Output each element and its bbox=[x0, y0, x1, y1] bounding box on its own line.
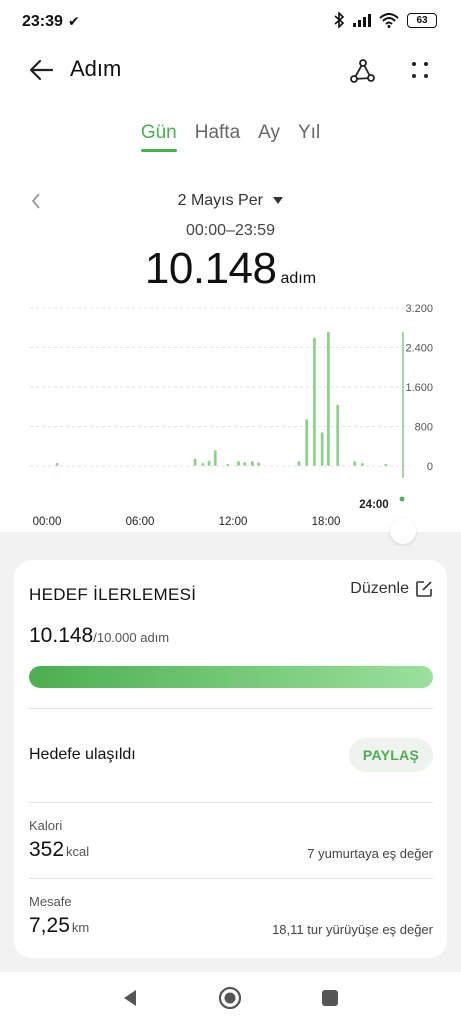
tab-month[interactable]: Ay bbox=[258, 122, 280, 152]
chart-bar bbox=[313, 337, 316, 466]
edit-label: Düzenle bbox=[350, 580, 409, 597]
goal-title: HEDEF İLERLEMESİ bbox=[29, 585, 197, 604]
chart-bar bbox=[201, 463, 205, 466]
distance-value: 7,25 km bbox=[29, 914, 89, 938]
y-tick-label: 3.200 bbox=[405, 303, 433, 315]
tab-year[interactable]: Yıl bbox=[298, 122, 320, 152]
x-tick-label: 12:00 bbox=[219, 516, 248, 528]
date-label: 2 Mayıs Per bbox=[177, 192, 263, 209]
calories-unit: kcal bbox=[66, 844, 90, 859]
battery-icon: 63 bbox=[407, 12, 437, 28]
time-range: 00:00–23:59 bbox=[186, 222, 275, 239]
edit-icon bbox=[416, 581, 432, 597]
edit-goal-button[interactable]: Düzenle bbox=[350, 580, 433, 598]
chart-bar bbox=[327, 331, 330, 466]
goal-current: 10.148 bbox=[29, 624, 94, 647]
chart-bar bbox=[226, 464, 230, 466]
goal-card: HEDEF İLERLEMESİ Düzenle 10.148/10.000 a… bbox=[14, 560, 447, 958]
divider bbox=[29, 708, 433, 709]
calories-label: Kalori bbox=[29, 818, 63, 833]
chart-bar bbox=[297, 461, 301, 466]
nav-back-icon[interactable] bbox=[116, 984, 144, 1012]
chart-bar bbox=[207, 460, 211, 466]
bluetooth-icon bbox=[334, 12, 345, 28]
chart-bar bbox=[237, 461, 240, 466]
chart-bar bbox=[193, 458, 197, 466]
date-selector: 2 Mayıs Per bbox=[0, 190, 461, 214]
status-bar: 23:39 ✔ 63 bbox=[0, 0, 461, 44]
status-icons: 63 bbox=[333, 12, 437, 28]
period-tabs: Gün Hafta Ay Yıl bbox=[0, 122, 461, 152]
nav-recents-icon[interactable] bbox=[316, 984, 344, 1012]
x-tick-label: 00:00 bbox=[33, 516, 62, 528]
distance-label: Mesafe bbox=[29, 894, 72, 909]
status-time: 23:39 bbox=[22, 13, 63, 30]
caret-down-icon bbox=[273, 196, 284, 204]
tab-day[interactable]: Gün bbox=[140, 122, 177, 152]
chart-bar bbox=[305, 419, 309, 466]
current-time-dot bbox=[399, 496, 405, 502]
step-count: 10.148 bbox=[144, 244, 277, 293]
x-tick-label: 18:00 bbox=[312, 516, 341, 528]
wifi-icon bbox=[379, 13, 399, 28]
x-tick-label: 24:00 bbox=[359, 499, 388, 511]
step-unit: adım bbox=[280, 270, 317, 287]
distance-number: 7,25 bbox=[29, 914, 70, 937]
chart-bar bbox=[320, 432, 324, 466]
notification-icon: ✔ bbox=[68, 13, 80, 29]
chart-bar bbox=[251, 461, 254, 466]
chart-bar bbox=[353, 461, 357, 466]
back-arrow-icon[interactable] bbox=[26, 54, 58, 86]
y-tick-label: 2.400 bbox=[405, 343, 433, 355]
chart-bar bbox=[213, 450, 217, 466]
date-picker[interactable]: 2 Mayıs Per bbox=[0, 192, 461, 210]
chart-bar bbox=[55, 463, 59, 466]
divider bbox=[29, 802, 433, 803]
distance-unit: km bbox=[71, 920, 90, 935]
x-tick-label: 06:00 bbox=[126, 516, 155, 528]
app-header: Adım bbox=[0, 50, 461, 90]
chart-bar bbox=[384, 464, 388, 466]
more-options-icon[interactable] bbox=[409, 58, 431, 82]
divider bbox=[29, 878, 433, 879]
goal-progress-fill bbox=[29, 666, 433, 688]
tab-week[interactable]: Hafta bbox=[195, 122, 240, 152]
goal-progress-bar bbox=[29, 666, 433, 688]
y-tick-label: 1.600 bbox=[405, 382, 433, 394]
goal-total: /10.000 adım bbox=[93, 630, 170, 645]
calories-value: 352 kcal bbox=[29, 838, 89, 862]
share-button[interactable]: PAYLAŞ bbox=[349, 738, 433, 772]
signal-icon bbox=[353, 13, 371, 27]
chart-bar bbox=[257, 462, 261, 466]
chart-scrub-handle[interactable] bbox=[390, 518, 416, 544]
nav-home-icon[interactable] bbox=[216, 984, 244, 1012]
goal-reached-label: Hedefe ulaşıldı bbox=[29, 746, 136, 763]
chart-bar bbox=[336, 404, 340, 466]
calories-number: 352 bbox=[29, 838, 65, 861]
chart-bar bbox=[243, 462, 247, 466]
share-route-icon[interactable] bbox=[347, 56, 377, 86]
steps-bar-chart[interactable]: 3.200 2.400 1.600 800 0 00:00 06:00 12:00 18:00 2… bbox=[0, 296, 461, 536]
system-nav-bar bbox=[0, 972, 461, 1024]
calories-equivalent: 7 yumurtaya eş değer bbox=[307, 846, 433, 861]
distance-equivalent: 18,11 tur yürüyüşe eş değer bbox=[272, 922, 433, 937]
chart-bar bbox=[361, 463, 364, 466]
y-tick-label: 0 bbox=[427, 461, 433, 473]
page-title: Adım bbox=[70, 56, 122, 81]
goal-progress-text: 10.148/10.000 adım bbox=[29, 624, 169, 648]
y-tick-label: 800 bbox=[415, 422, 433, 434]
step-total: 10.148 adım bbox=[0, 244, 461, 294]
